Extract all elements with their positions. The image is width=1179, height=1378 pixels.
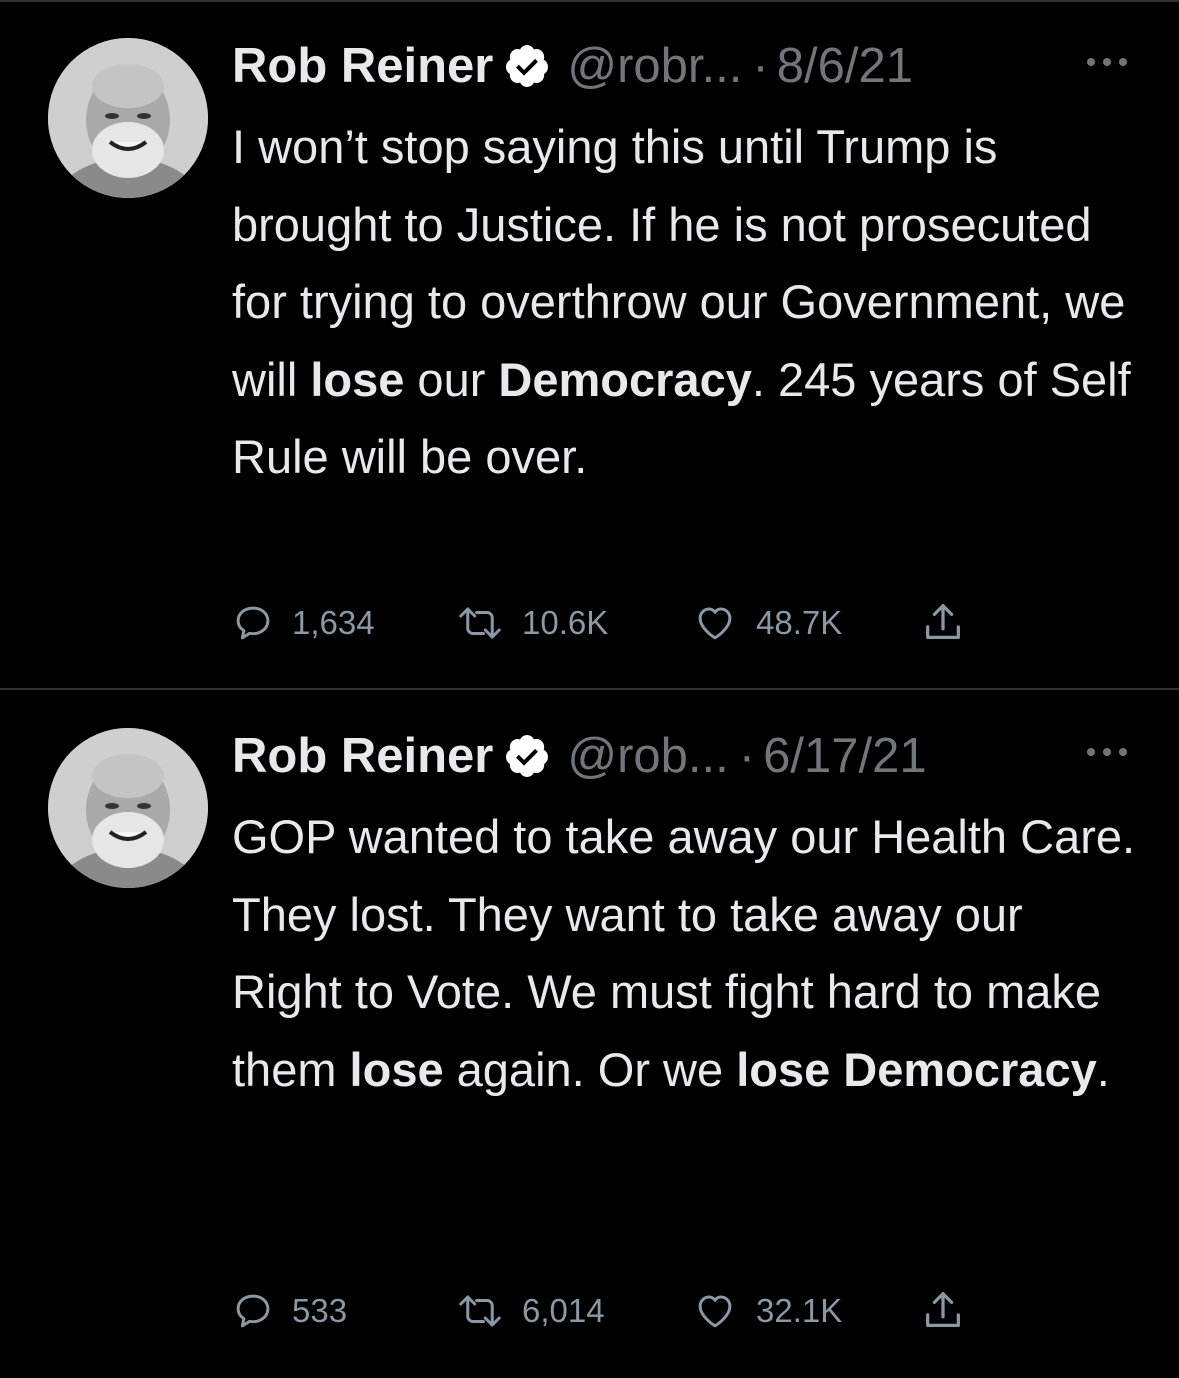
tweet[interactable]: Rob Reiner @robr... · 8/6/21 I won’t sto…	[0, 0, 1179, 688]
reply-count: 1,634	[292, 604, 375, 641]
avatar-photo	[48, 728, 208, 888]
retweet-button[interactable]: 6,014	[456, 1286, 605, 1336]
retweet-count: 6,014	[522, 1292, 605, 1329]
verified-badge-icon	[506, 45, 549, 87]
tweet-date[interactable]: 8/6/21	[777, 34, 913, 98]
separator-dot: ·	[752, 39, 769, 93]
author-handle[interactable]: @rob...	[567, 724, 728, 788]
retweet-count: 10.6K	[522, 604, 609, 641]
verified-badge-icon	[506, 735, 549, 777]
author-name[interactable]: Rob Reiner	[232, 724, 493, 788]
reply-icon	[236, 1294, 270, 1328]
share-button[interactable]	[920, 598, 966, 648]
reply-count: 533	[292, 1292, 348, 1329]
author-handle[interactable]: @robr...	[567, 34, 742, 98]
avatar-photo	[48, 38, 208, 198]
retweet-icon	[459, 1295, 501, 1327]
like-count: 32.1K	[756, 1292, 843, 1329]
tweet[interactable]: Rob Reiner @rob... · 6/17/21 GOP wanted …	[0, 690, 1179, 1378]
reply-button[interactable]: 533	[232, 1286, 347, 1336]
more-options-icon[interactable]	[1087, 744, 1127, 760]
heart-icon	[698, 607, 732, 640]
more-options-icon[interactable]	[1087, 54, 1127, 70]
tweet-header: Rob Reiner @robr... · 8/6/21	[232, 34, 913, 98]
retweet-icon	[459, 607, 501, 639]
author-name[interactable]: Rob Reiner	[232, 34, 493, 98]
avatar[interactable]	[48, 728, 208, 888]
share-button[interactable]	[920, 1286, 966, 1336]
tweet-header: Rob Reiner @rob... · 6/17/21	[232, 724, 927, 788]
like-count: 48.7K	[756, 604, 843, 641]
separator-dot: ·	[738, 729, 756, 783]
avatar[interactable]	[48, 38, 208, 198]
retweet-button[interactable]: 10.6K	[456, 598, 608, 648]
reply-icon	[236, 606, 270, 640]
tweet-date[interactable]: 6/17/21	[763, 724, 927, 788]
heart-icon	[698, 1295, 732, 1328]
share-icon	[926, 604, 960, 640]
tweet-text: I won’t stop saying this until Trump is …	[232, 120, 1131, 483]
share-icon	[926, 1292, 960, 1328]
tweet-text: GOP wanted to take away our Health Care.…	[232, 810, 1136, 1096]
like-button[interactable]: 32.1K	[692, 1286, 842, 1336]
reply-button[interactable]: 1,634	[232, 598, 375, 648]
like-button[interactable]: 48.7K	[692, 598, 842, 648]
